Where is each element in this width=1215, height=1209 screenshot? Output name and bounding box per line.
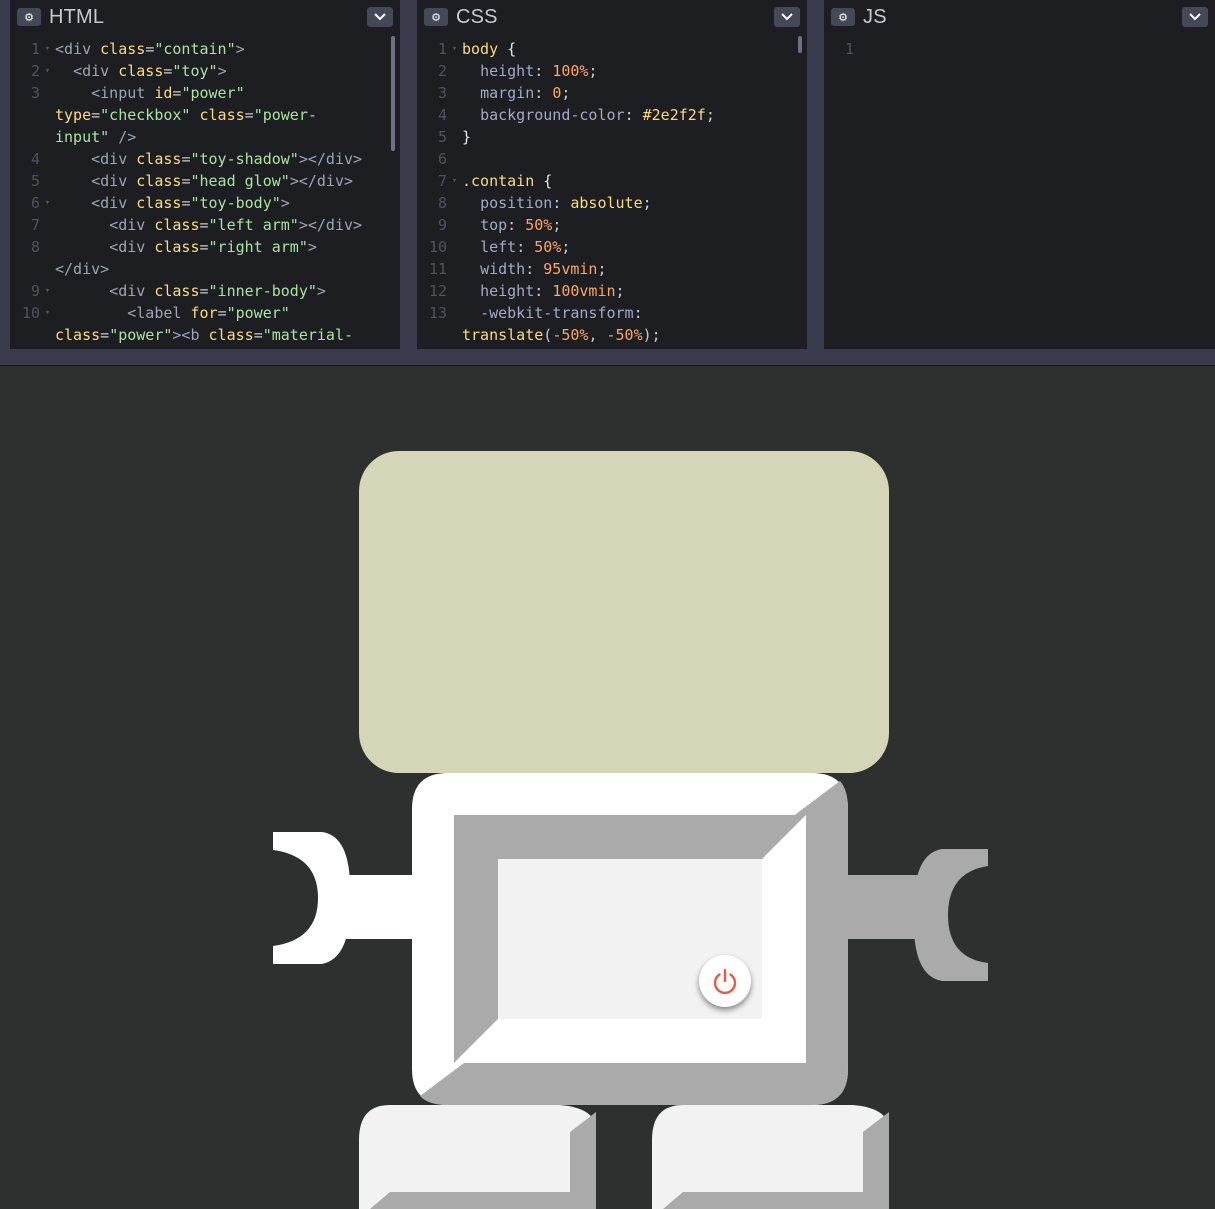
robot-illustration [273, 773, 988, 1209]
robot-left-arm [273, 832, 420, 964]
robot-right-foot [652, 1105, 889, 1209]
robot-right-arm [840, 849, 988, 981]
robot-body [412, 773, 848, 1105]
robot-left-foot [359, 1105, 596, 1209]
power-button[interactable] [699, 955, 751, 1007]
power-icon [713, 968, 737, 995]
